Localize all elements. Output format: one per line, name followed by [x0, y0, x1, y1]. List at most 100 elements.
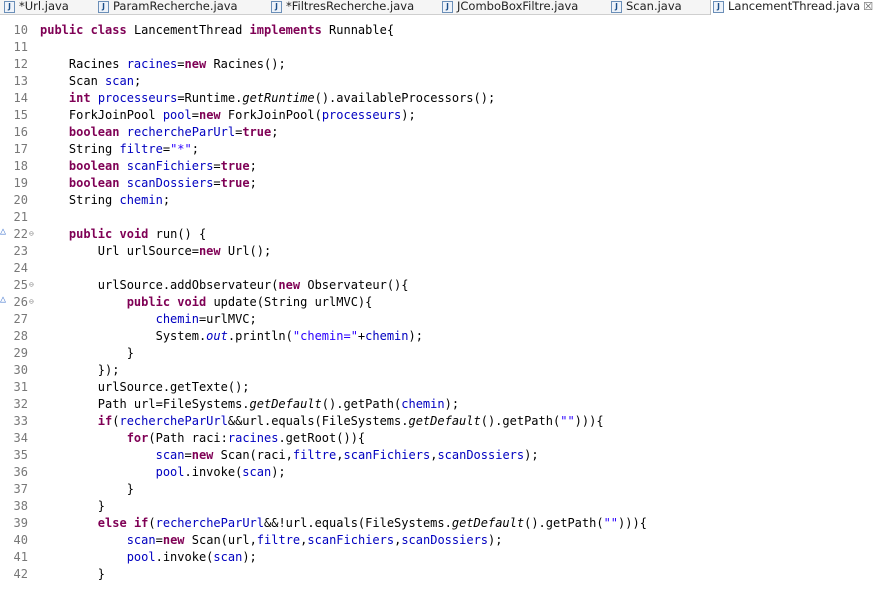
- line-number: 39: [13, 516, 28, 530]
- code-text: });: [40, 362, 120, 379]
- code-line: 32 Path url=FileSystems.getDefault().get…: [0, 396, 884, 413]
- line-number: 14: [13, 91, 28, 105]
- code-text: }: [40, 345, 134, 362]
- code-field: pool: [162, 108, 192, 122]
- code-token: ().getPath(: [321, 397, 402, 411]
- line-number: 34: [13, 431, 28, 445]
- code-token: =: [177, 57, 185, 71]
- code-text: chemin=urlMVC;: [40, 311, 257, 328]
- line-number: 27: [13, 312, 28, 326]
- code-token: String: [40, 193, 120, 207]
- code-token: );: [488, 533, 503, 547]
- tab-paramrecherche-java[interactable]: J ParamRecherche.java: [96, 0, 266, 14]
- code-line: 22 △ ⊖ public void run() {: [0, 226, 884, 243]
- line-number: 37: [13, 482, 28, 496]
- code-field: racines: [227, 431, 279, 445]
- line-number: 33: [13, 414, 28, 428]
- tab-lancementthread-java[interactable]: J LancementThread.java ☒: [710, 0, 884, 15]
- code-line: 42 }: [0, 566, 884, 583]
- code-field: filtre: [292, 448, 337, 462]
- code-line: 18 boolean scanFichiers=true;: [0, 158, 884, 175]
- code-keyword: true: [242, 125, 272, 139]
- code-text: scan=new Scan(url,filtre,scanFichiers,sc…: [40, 532, 503, 549]
- code-field: scanFichiers: [307, 533, 395, 547]
- code-token: String: [40, 142, 120, 156]
- tab-scan-java[interactable]: J Scan.java: [609, 0, 707, 14]
- code-keyword: if: [133, 516, 149, 530]
- code-text: Path url=FileSystems.getDefault().getPat…: [40, 396, 459, 413]
- code-token: =: [162, 142, 171, 156]
- code-line: 11: [0, 39, 884, 56]
- code-field: scan: [242, 465, 272, 479]
- code-token: Scan: [40, 74, 106, 88]
- tab-url-java[interactable]: J *Url.java: [2, 0, 92, 14]
- code-token: ().getPath(: [480, 414, 561, 428]
- fold-toggle-icon[interactable]: ⊖: [29, 226, 34, 241]
- code-text: String filtre="*";: [40, 141, 199, 158]
- code-token: }: [40, 346, 134, 360]
- code-field: scanDossiers: [401, 533, 489, 547]
- code-string: "chemin=": [292, 329, 358, 343]
- line-number: 20: [13, 193, 28, 207]
- code-text: Racines racines=new Racines();: [40, 56, 286, 73]
- code-token: urlSource.getTexte();: [40, 380, 250, 394]
- code-keyword: void: [119, 227, 149, 241]
- tab-label: LancementThread.java: [728, 0, 861, 13]
- code-token: ))){: [618, 516, 647, 530]
- code-field: filtre: [256, 533, 301, 547]
- code-token: Racines: [40, 57, 127, 71]
- line-number: 31: [13, 380, 28, 394]
- code-text: pool.invoke(scan);: [40, 549, 257, 566]
- close-tab-icon[interactable]: ☒: [863, 0, 873, 13]
- code-text: public class LancementThread implements …: [40, 22, 394, 39]
- fold-toggle-icon[interactable]: ⊖: [29, 277, 34, 292]
- code-field: pool: [155, 465, 185, 479]
- fold-toggle-icon[interactable]: ⊖: [29, 294, 34, 309]
- line-number: 13: [13, 74, 28, 88]
- java-file-icon: J: [713, 1, 724, 13]
- code-token: ().getPath(: [524, 516, 604, 530]
- code-token: );: [524, 448, 539, 462]
- code-token: =Runtime.: [177, 91, 243, 105]
- code-text: urlSource.getTexte();: [40, 379, 250, 396]
- code-line: 25 ⊖ urlSource.addObservateur(new Observa…: [0, 277, 884, 294]
- code-editor[interactable]: 10 public class LancementThread implement…: [0, 22, 884, 590]
- code-keyword: boolean: [68, 125, 120, 139]
- line-number: 15: [13, 108, 28, 122]
- line-number: 18: [13, 159, 28, 173]
- code-keyword: class: [90, 23, 127, 37]
- code-keyword: new: [184, 57, 207, 71]
- code-token: .invoke(: [155, 550, 214, 564]
- code-token: (Path raci:: [148, 431, 228, 445]
- line-number: 12: [13, 57, 28, 71]
- code-line: 39 else if(rechercheParUrl&&!url.equals(…: [0, 515, 884, 532]
- code-token: Url urlSource=: [40, 244, 199, 258]
- tab-jcomboboxfiltre-java[interactable]: J JComboBoxFiltre.java: [440, 0, 605, 14]
- code-token: }: [40, 482, 134, 496]
- code-text: if(rechercheParUrl&&url.equals(FileSyste…: [40, 413, 604, 430]
- code-text: public void update(String urlMVC){: [40, 294, 373, 311]
- tab-filtresrecherche-java[interactable]: J *FiltresRecherche.java: [269, 0, 437, 14]
- code-field: chemin: [401, 397, 445, 411]
- code-line: 23 Url urlSource=new Url();: [0, 243, 884, 260]
- line-number: 38: [13, 499, 28, 513]
- code-keyword: new: [198, 244, 221, 258]
- code-token: );: [444, 397, 460, 411]
- code-token: System.: [40, 329, 207, 343]
- code-line: 20 String chemin;: [0, 192, 884, 209]
- code-line: 17 String filtre="*";: [0, 141, 884, 158]
- code-token: &&!url.equals(FileSystems.: [264, 516, 452, 530]
- code-token: urlSource.addObservateur(: [40, 278, 279, 292]
- line-number: 17: [13, 142, 28, 156]
